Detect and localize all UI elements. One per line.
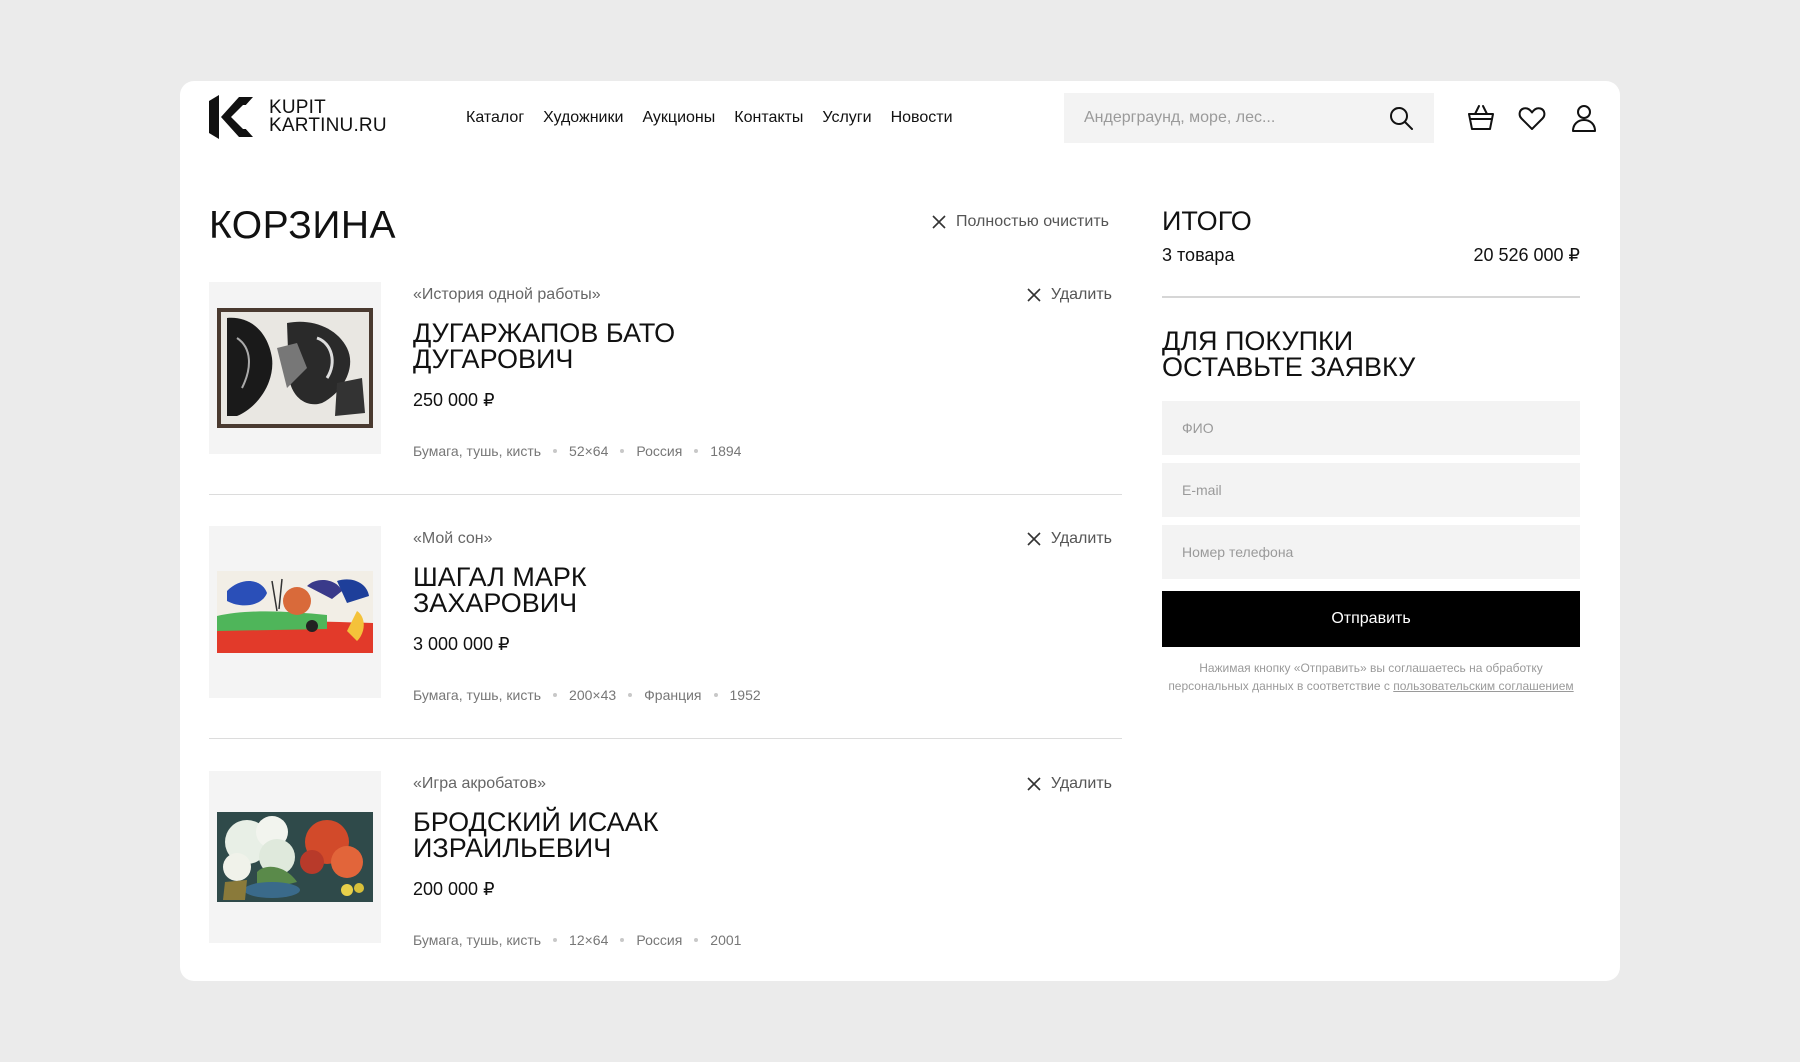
item-medium: Бумага, тушь, кисть: [413, 443, 542, 459]
meta-separator: [713, 693, 718, 697]
artwork-title: «Игра акробатов»: [413, 775, 546, 792]
meta-separator: [553, 693, 558, 697]
close-icon: [1027, 532, 1041, 546]
meta-separator: [553, 938, 558, 942]
search-box: [1064, 93, 1434, 143]
item-year: 1952: [729, 687, 761, 703]
meta-separator: [628, 693, 633, 697]
item-meta: Бумага, тушь, кисть 52×64 Россия 1894: [413, 443, 741, 459]
item-country: Россия: [636, 443, 683, 459]
phone-field: [1162, 525, 1580, 579]
name-field: [1162, 401, 1580, 455]
artist-name-line2: ЗАХАРОВИЧ: [413, 588, 578, 618]
request-title-line1: ДЛЯ ПОКУПКИ: [1162, 326, 1354, 356]
name-input[interactable]: [1162, 401, 1580, 455]
artwork-title: «Мой сон»: [413, 530, 493, 547]
user-icon[interactable]: [1569, 103, 1599, 133]
item-year: 2001: [710, 932, 742, 948]
summary-title: ИТОГО: [1162, 206, 1252, 236]
nav-catalog[interactable]: Каталог: [466, 109, 524, 127]
remove-item-button[interactable]: Удалить: [1027, 530, 1112, 548]
close-icon: [932, 215, 946, 229]
page-card: KUPIT KARTINU.RU Каталог Художники Аукци…: [180, 81, 1620, 981]
search-input[interactable]: [1084, 109, 1388, 127]
artwork-title: «История одной работы»: [413, 286, 601, 303]
request-title-line2: ОСТАВЬТЕ ЗАЯВКУ: [1162, 352, 1416, 382]
clear-cart-label: Полностью очистить: [956, 213, 1109, 230]
meta-separator: [620, 938, 625, 942]
request-form-title: ДЛЯ ПОКУПКИ ОСТАВЬТЕ ЗАЯВКУ: [1162, 326, 1580, 382]
item-size: 12×64: [569, 932, 609, 948]
meta-separator: [694, 449, 699, 453]
close-icon: [1027, 777, 1041, 791]
artwork-image: [217, 571, 373, 653]
artwork-image: [217, 308, 373, 428]
divider: [209, 494, 1122, 495]
artwork-thumbnail[interactable]: [209, 771, 381, 943]
remove-label: Удалить: [1050, 775, 1112, 792]
item-size: 200×43: [569, 687, 617, 703]
meta-separator: [553, 449, 558, 453]
artist-name-line2: ИЗРАИЛЬЕВИЧ: [413, 833, 612, 863]
item-size: 52×64: [569, 443, 609, 459]
artist-name-line1: ДУГАРЖАПОВ БАТО: [413, 318, 676, 348]
artwork-image: [217, 812, 373, 902]
phone-input[interactable]: [1162, 525, 1580, 579]
cart-item: «Игра акробатов» БРОДСКИЙ ИСААК ИЗРАИЛЬЕ…: [209, 771, 1122, 971]
page-title: КОРЗИНА: [209, 204, 397, 247]
item-price: 250 000 ₽: [413, 390, 495, 410]
email-field: [1162, 463, 1580, 517]
remove-label: Удалить: [1050, 286, 1112, 303]
nav-auctions[interactable]: Аукционы: [642, 109, 715, 127]
meta-separator: [620, 449, 625, 453]
summary-count: 3 товара: [1162, 245, 1235, 265]
cart-item: «Мой сон» ШАГАЛ МАРК ЗАХАРОВИЧ 3 000 000…: [209, 526, 1122, 726]
remove-label: Удалить: [1050, 530, 1112, 547]
user-agreement-link[interactable]: пользовательским соглашением: [1393, 679, 1573, 693]
close-icon: [1027, 288, 1041, 302]
artist-name-line2: ДУГАРОВИЧ: [413, 344, 574, 374]
artist-name[interactable]: ШАГАЛ МАРК ЗАХАРОВИЧ: [413, 562, 733, 618]
summary-total: 20 526 000 ₽: [1473, 245, 1580, 265]
clear-cart-button[interactable]: Полностью очистить: [932, 213, 1109, 231]
heart-icon[interactable]: [1517, 103, 1547, 133]
artist-name-line1: БРОДСКИЙ ИСААК: [413, 807, 659, 837]
item-medium: Бумага, тушь, кисть: [413, 932, 542, 948]
item-price: 3 000 000 ₽: [413, 634, 510, 654]
logo-line2: KARTINU.RU: [269, 115, 387, 136]
nav-services[interactable]: Услуги: [822, 109, 871, 127]
artist-name[interactable]: БРОДСКИЙ ИСААК ИЗРАИЛЬЕВИЧ: [413, 807, 733, 863]
nav-artists[interactable]: Художники: [543, 109, 623, 127]
remove-item-button[interactable]: Удалить: [1027, 286, 1112, 304]
artist-name-line1: ШАГАЛ МАРК: [413, 562, 587, 592]
item-country: Россия: [636, 932, 683, 948]
divider: [209, 738, 1122, 739]
artist-name[interactable]: ДУГАРЖАПОВ БАТО ДУГАРОВИЧ: [413, 318, 733, 374]
item-meta: Бумага, тушь, кисть 200×43 Франция 1952: [413, 687, 761, 703]
logo-text: KUPIT KARTINU.RU: [269, 98, 387, 136]
nav-contacts[interactable]: Контакты: [734, 109, 803, 127]
submit-button[interactable]: Отправить: [1162, 591, 1580, 647]
divider: [1162, 296, 1580, 298]
cart-item: «История одной работы» ДУГАРЖАПОВ БАТО Д…: [209, 282, 1122, 482]
basket-icon[interactable]: [1466, 103, 1496, 133]
email-input[interactable]: [1162, 463, 1580, 517]
logo[interactable]: KUPIT KARTINU.RU: [209, 95, 387, 139]
item-medium: Бумага, тушь, кисть: [413, 687, 542, 703]
nav-news[interactable]: Новости: [891, 109, 953, 127]
item-price: 200 000 ₽: [413, 879, 495, 899]
item-year: 1894: [710, 443, 742, 459]
search-icon[interactable]: [1388, 105, 1414, 131]
meta-separator: [694, 938, 699, 942]
main-nav: Каталог Художники Аукционы Контакты Услу…: [466, 109, 953, 127]
artwork-thumbnail[interactable]: [209, 282, 381, 454]
remove-item-button[interactable]: Удалить: [1027, 775, 1112, 793]
item-country: Франция: [644, 687, 702, 703]
item-meta: Бумага, тушь, кисть 12×64 Россия 2001: [413, 932, 741, 948]
artwork-thumbnail[interactable]: [209, 526, 381, 698]
consent-note: Нажимая кнопку «Отправить» вы соглашаете…: [1162, 659, 1580, 695]
logo-mark-icon: [209, 95, 253, 139]
